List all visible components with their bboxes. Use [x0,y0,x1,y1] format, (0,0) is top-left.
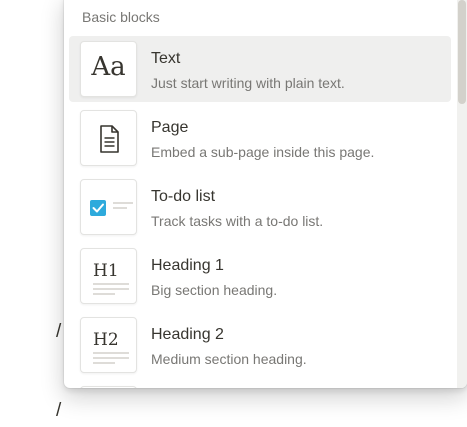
block-option-heading-2[interactable]: H2 Heading 2 Medium section heading. [69,312,451,378]
block-option-title: To-do list [151,188,216,205]
block-option-title: Heading 2 [151,326,224,343]
page-document-icon-graphic [100,125,119,153]
menu-scrollbar-track[interactable] [457,0,467,388]
page-canvas: / / Basic blocks Aa Text Just start writ… [0,0,467,427]
block-option-title: Heading 1 [151,257,224,274]
todo-checkbox-icon-graphic [90,200,133,216]
editor-slash-command[interactable]: / [56,322,61,341]
block-option-heading-1[interactable]: H1 Heading 1 Big section heading. [69,243,451,309]
block-option-description: Just start writing with plain text. [151,75,345,91]
block-option-description: Medium section heading. [151,351,307,367]
heading-2-glyph: H2 [93,330,119,350]
block-option-partial[interactable] [69,381,451,388]
block-option-text[interactable]: Aa Text Just start writing with plain te… [69,36,451,102]
heading-1-glyph: H1 [93,261,119,281]
heading-2-icon-graphic: H2 [93,330,129,364]
heading-1-icon-graphic: H1 [93,261,129,295]
heading-2-icon: H2 [80,317,137,373]
editor-slash-command[interactable]: / [56,401,61,420]
text-aa-glyph: Aa [91,52,126,82]
block-option-title: Page [151,119,189,136]
block-option-page[interactable]: Page Embed a sub-page inside this page. [69,105,451,171]
block-option-todo-list[interactable]: To-do list Track tasks with a to-do list… [69,174,451,240]
slash-command-menu: Basic blocks Aa Text Just start writing … [64,0,467,388]
block-option-partial-thumbnail [80,386,137,388]
block-option-description: Big section heading. [151,282,278,298]
block-option-description: Track tasks with a to-do list. [151,213,324,229]
todo-checkbox-icon [80,179,137,235]
section-title: Basic blocks [82,9,160,25]
heading-1-icon: H1 [80,248,137,304]
block-option-title: Text [151,50,181,67]
text-aa-icon: Aa [80,41,137,97]
block-option-description: Embed a sub-page inside this page. [151,144,375,160]
menu-scrollbar-thumb[interactable] [458,0,466,104]
page-document-icon [80,110,137,166]
